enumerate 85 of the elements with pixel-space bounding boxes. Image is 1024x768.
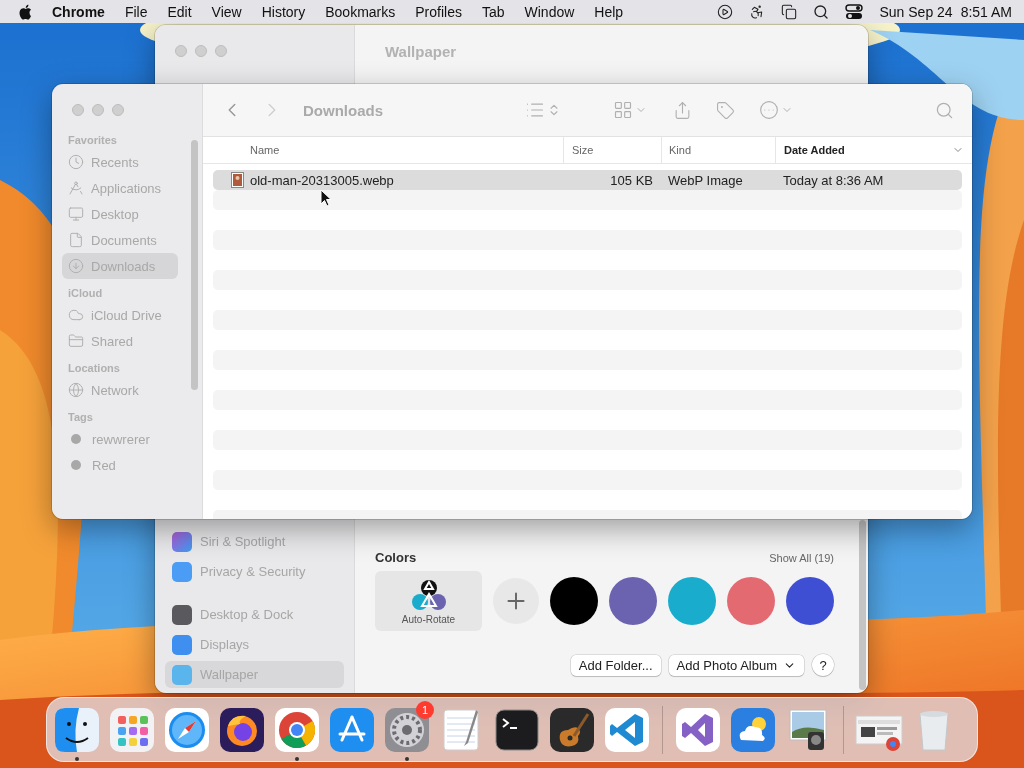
file-row[interactable]: old-man-20313005.webp 105 KB WebP Image Today at 8:36 AM: [213, 170, 962, 190]
running-dot: [405, 757, 409, 761]
menu-clock[interactable]: 8:51 AM: [960, 3, 1012, 20]
scrollbar[interactable]: [191, 140, 198, 390]
column-header[interactable]: Kind: [661, 137, 775, 163]
menu-item[interactable]: Edit: [167, 3, 192, 20]
menu-item[interactable]: Profiles: [415, 3, 462, 20]
sidebar-heading: Favorites: [67, 133, 118, 148]
add-folder-button[interactable]: Add Folder...: [570, 654, 661, 676]
ellipsis-icon: [759, 100, 779, 120]
sidebar-heading: Locations: [67, 361, 121, 376]
window-title: Downloads: [303, 101, 383, 119]
infinity-logo-icon: [674, 705, 722, 754]
smiling-face-icon: [53, 705, 101, 754]
mouse-pointer-icon: [320, 189, 332, 207]
download-icon: [68, 258, 84, 274]
globe-icon: [68, 382, 84, 398]
add-color-button[interactable]: [493, 578, 539, 624]
column-header[interactable]: Size: [563, 137, 661, 163]
compass-icon: [163, 705, 211, 754]
tag-button[interactable]: [716, 100, 735, 120]
settings-pane-icon: [172, 634, 192, 655]
guitar-icon: [548, 705, 596, 754]
group-menu[interactable]: [613, 100, 647, 120]
running-dot: [75, 757, 79, 761]
action-menu[interactable]: [759, 100, 793, 120]
app-menu[interactable]: Chrome: [52, 3, 105, 20]
menu-item[interactable]: Bookmarks: [325, 3, 396, 20]
tile-label: Auto-Rotate: [401, 613, 456, 625]
table-cell: WebP Image: [668, 172, 743, 188]
search-icon[interactable]: [813, 3, 830, 20]
settings-pane-icon: [172, 604, 192, 625]
table-cell: old-man-20313005.webp: [250, 172, 394, 188]
menu-item[interactable]: History: [261, 3, 306, 20]
scrollbar[interactable]: [859, 520, 866, 690]
notification-badge: 1: [416, 701, 434, 719]
window-title: Wallpaper: [384, 41, 458, 62]
color-swatch[interactable]: [550, 577, 598, 625]
document-icon: [68, 232, 84, 248]
dock-app[interactable]: 1: [383, 697, 431, 762]
cloud-sun-icon: [729, 705, 777, 754]
table-cell: 105 KB: [610, 172, 653, 188]
color-swatch[interactable]: [786, 577, 834, 625]
column-header[interactable]: Date Added: [775, 137, 972, 163]
sidebar-heading: iCloud: [67, 286, 104, 301]
settings-pane-icon: [172, 561, 192, 582]
toggles-icon[interactable]: [845, 3, 864, 20]
running-dot: [295, 757, 299, 761]
share-button[interactable]: [673, 100, 692, 120]
image-file-icon: [231, 172, 244, 188]
settings-pane-icon: [172, 531, 192, 552]
menu-item[interactable]: Tab: [481, 3, 505, 20]
column-header[interactable]: Name: [203, 137, 563, 163]
chrome-logo-icon: [273, 705, 321, 754]
menu-item[interactable]: Window: [524, 3, 575, 20]
menu-item[interactable]: Help: [594, 3, 624, 20]
grid-icon: [613, 100, 633, 120]
compass-icon: [68, 180, 84, 196]
section-title: Colors: [375, 550, 417, 565]
windows-icon[interactable]: [781, 3, 798, 20]
cloud-icon: [68, 307, 84, 323]
play-icon[interactable]: [717, 3, 734, 20]
menu-item[interactable]: File: [124, 3, 148, 20]
search-button[interactable]: [935, 100, 954, 120]
table-cell: Today at 8:36 AM: [783, 172, 884, 188]
monitor-icon: [68, 206, 84, 222]
sidebar-heading: Tags: [67, 410, 94, 425]
menu-item[interactable]: View: [211, 3, 242, 20]
color-swatch[interactable]: [668, 577, 716, 625]
app-store-icon: [328, 705, 376, 754]
color-swatch[interactable]: [609, 577, 657, 625]
apple-icon: [18, 3, 32, 20]
show-all-link[interactable]: Show All (19): [769, 551, 834, 564]
fox-globe-icon: [218, 705, 266, 754]
gear-icon: [383, 705, 431, 754]
add-album-button[interactable]: Add Photo Album: [668, 654, 804, 676]
settings-pane-icon: [172, 664, 192, 685]
help-button[interactable]: ?: [812, 654, 834, 676]
auto-rotate-tile[interactable]: Auto-Rotate: [375, 571, 482, 631]
code-editor-icon: [603, 705, 651, 754]
color-swatch[interactable]: [727, 577, 775, 625]
menu-date[interactable]: Sun Sep 24: [879, 3, 953, 20]
app-grid-icon: [108, 705, 156, 754]
folder-icon: [68, 333, 84, 349]
clock-icon: [68, 154, 84, 170]
